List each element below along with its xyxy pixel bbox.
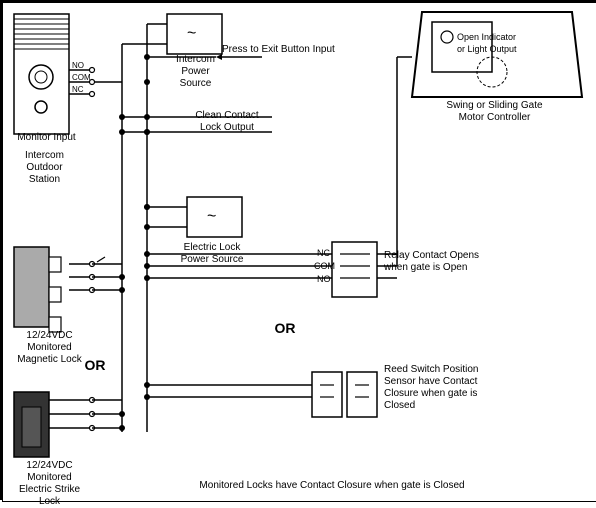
electric-strike-label: 12/24VDC Monitored Electric Strike Lock [7,460,92,508]
press-to-exit-label: Press to Exit Button Input [222,44,342,56]
or-label-2: OR [260,320,310,337]
monitor-input-label: Monitor Input [14,132,79,144]
svg-text:NC: NC [317,248,330,258]
svg-text:NC: NC [72,85,84,94]
intercom-power-source-label: Intercom Power Source [168,54,223,90]
intercom-outdoor-station-label: Intercom Outdoor Station [7,150,82,186]
swing-gate-label: Swing or Sliding Gate Motor Controller [417,100,572,124]
clean-contact-lock-output-label: Clean Contact Lock Output [177,110,277,134]
svg-text:COM: COM [72,73,91,82]
or-label-1: OR [80,357,110,374]
svg-text:Open Indicator: Open Indicator [457,32,516,42]
svg-text:~: ~ [187,25,196,42]
relay-contact-label: Relay Contact Opens when gate is Open [384,250,504,274]
reed-switch-label: Reed Switch Position Sensor have Contact… [384,364,514,412]
monitored-locks-label: Monitored Locks have Contact Closure whe… [162,480,502,492]
wiring-diagram: NO COM NC ~ [0,0,596,500]
svg-text:NO: NO [317,274,331,284]
svg-text:~: ~ [207,208,216,225]
svg-text:NO: NO [72,61,84,70]
svg-text:or Light Output: or Light Output [457,44,517,54]
electric-lock-power-source-label: Electric Lock Power Source [172,242,252,266]
